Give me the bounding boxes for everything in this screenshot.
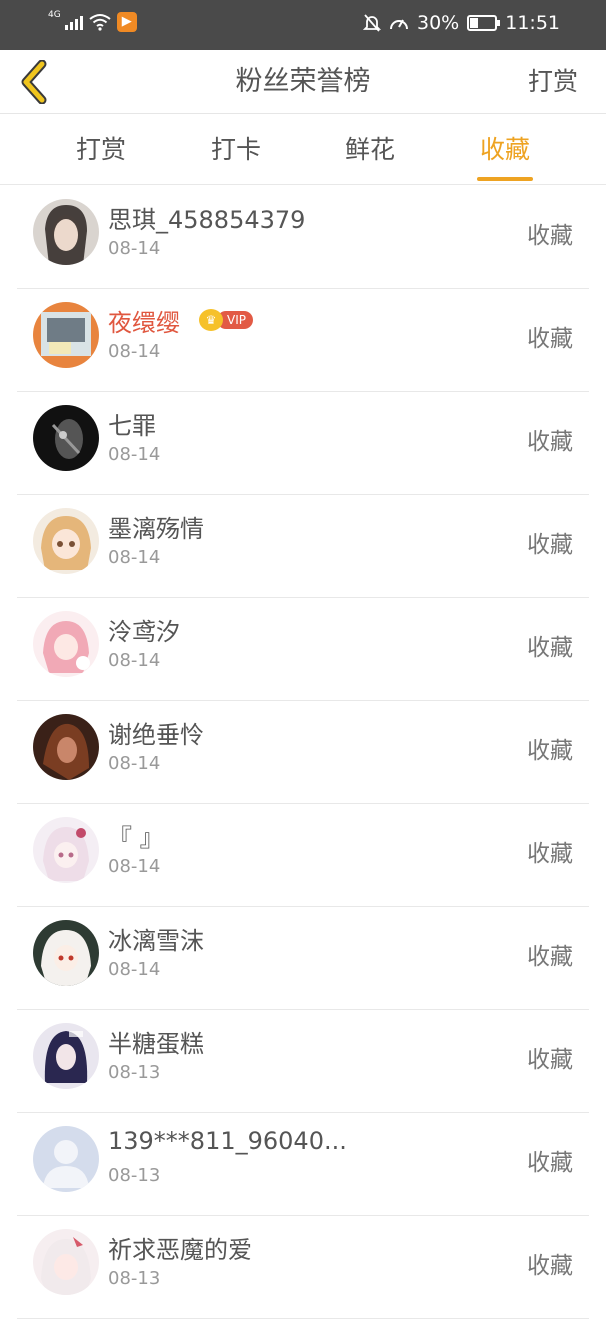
signal-icon [64,14,83,30]
vip-badge: ♛ VIP [199,309,253,331]
favorite-label: 收藏 [527,635,573,661]
avatar[interactable] [33,611,99,677]
list-item[interactable]: 夜缳缨 ♛ VIP 08-14 收藏 [17,289,589,392]
favorite-label: 收藏 [527,429,573,455]
fan-date: 08-14 [108,650,161,671]
wifi-icon [89,14,111,31]
nav-bar: 粉丝荣誉榜 打赏 [0,50,606,114]
avatar[interactable] [33,508,99,574]
fan-date: 08-14 [108,238,161,259]
fan-date: 08-13 [108,1268,161,1289]
list-item[interactable]: 祈求恶魔的爱 08-13 收藏 [17,1216,589,1319]
avatar[interactable] [33,1126,99,1192]
tab-flowers[interactable]: 鲜花 [320,115,420,185]
tab-favorites[interactable]: 收藏 [455,115,555,185]
fan-name: 泠鸢汐 [108,618,180,646]
favorite-label: 收藏 [527,1150,573,1176]
list-item[interactable]: 七罪 08-14 收藏 [17,392,589,495]
avatar[interactable] [33,302,99,368]
fan-list: 思琪_458854379 08-14 收藏 夜缳缨 ♛ VIP 08-14 收藏… [0,186,606,1319]
avatar[interactable] [33,1023,99,1089]
fan-name: 思琪_458854379 [108,206,306,234]
favorite-label: 收藏 [527,223,573,249]
fan-name: 冰漓雪沫 [108,927,204,955]
avatar[interactable] [33,1229,99,1295]
status-right: 30% 11:51 [363,12,560,34]
fan-name: 139***811_96040... [108,1127,347,1155]
tab-reward[interactable]: 打赏 [51,115,151,185]
avatar[interactable] [33,199,99,265]
favorite-label: 收藏 [527,738,573,764]
mute-icon [363,14,381,32]
speed-icon [390,19,408,30]
fan-name: 夜缳缨 [108,309,180,337]
app-notification-icon: ▶ [116,12,137,32]
list-item[interactable]: 『 』 08-14 收藏 [17,804,589,907]
fan-date: 08-14 [108,444,161,465]
list-item[interactable]: 半糖蛋糕 08-13 收藏 [17,1010,589,1113]
list-item[interactable]: 139***811_96040... 08-13 收藏 [17,1113,589,1216]
fan-name: 祈求恶魔的爱 [108,1236,252,1264]
list-item[interactable]: 墨漓殇情 08-14 收藏 [17,495,589,598]
tab-bar: 打赏 打卡 鲜花 收藏 [0,115,606,185]
list-item[interactable]: 谢绝垂怜 08-14 收藏 [17,701,589,804]
list-item[interactable]: 冰漓雪沫 08-14 收藏 [17,907,589,1010]
fan-date: 08-14 [108,547,161,568]
favorite-label: 收藏 [527,944,573,970]
status-left: 4G ▶ [48,10,137,32]
avatar[interactable] [33,817,99,883]
crown-icon: ♛ [199,309,223,331]
fan-date: 08-14 [108,856,161,877]
favorite-label: 收藏 [527,326,573,352]
battery-percent: 30% [417,12,460,34]
avatar[interactable] [33,405,99,471]
clock: 11:51 [505,12,560,34]
favorite-label: 收藏 [527,532,573,558]
fan-date: 08-13 [108,1165,161,1186]
fan-name: 七罪 [108,412,156,440]
tab-checkin[interactable]: 打卡 [186,115,286,185]
fan-name: 墨漓殇情 [108,515,204,543]
network-type: 4G [48,10,61,20]
status-bar: 4G ▶ 30% 11:51 [0,0,606,50]
fan-date: 08-14 [108,341,161,362]
fan-date: 08-13 [108,1062,161,1083]
fan-name: 谢绝垂怜 [108,721,204,749]
fan-date: 08-14 [108,753,161,774]
favorite-label: 收藏 [527,1047,573,1073]
favorite-label: 收藏 [527,1253,573,1279]
fan-name: 『 』 [108,824,164,852]
list-item[interactable]: 思琪_458854379 08-14 收藏 [17,186,589,289]
fan-date: 08-14 [108,959,161,980]
page-title: 粉丝荣誉榜 [235,66,371,97]
battery-icon [467,15,501,31]
fan-name: 半糖蛋糕 [108,1030,204,1058]
list-item[interactable]: 泠鸢汐 08-14 收藏 [17,598,589,701]
reward-button[interactable]: 打赏 [528,50,578,114]
avatar[interactable] [33,920,99,986]
favorite-label: 收藏 [527,841,573,867]
avatar[interactable] [33,714,99,780]
